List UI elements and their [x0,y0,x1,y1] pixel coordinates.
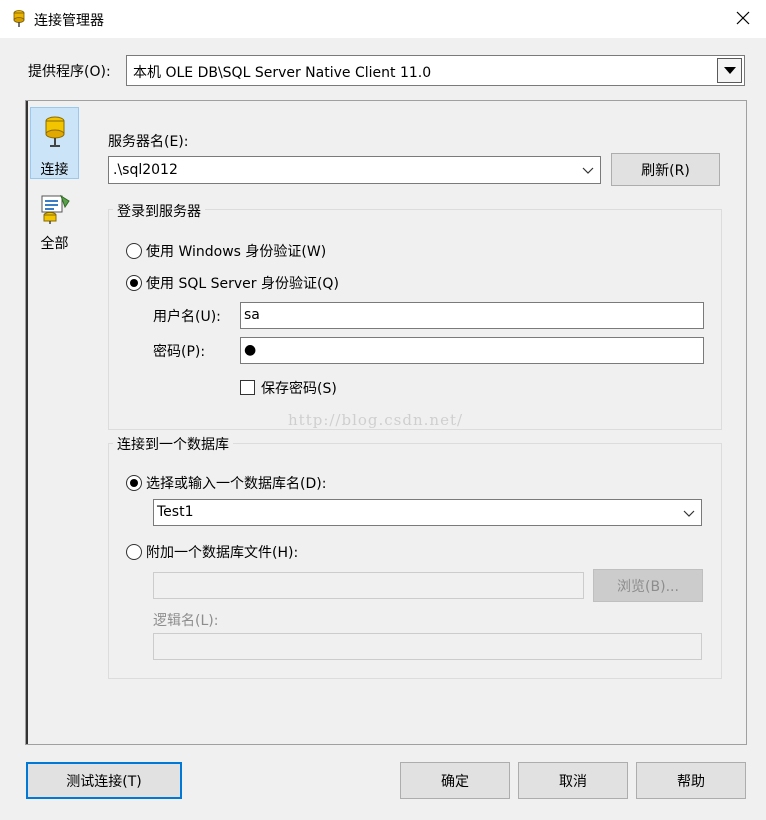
database-group-title: 连接到一个数据库 [113,434,233,454]
title-bar [0,0,766,38]
nav-item-connection[interactable]: 连接 [30,107,79,179]
provider-label: 提供程序(O): [28,64,111,80]
browse-button[interactable]: 浏览(B)... [593,569,703,602]
logical-name-label: 逻辑名(L): [153,613,219,629]
ok-button[interactable]: 确定 [400,762,510,799]
server-name-combobox[interactable]: .\sql2012 [108,156,601,184]
chevron-down-icon [683,510,695,517]
connection-manager-icon [13,10,25,28]
nav-item-all[interactable]: 全部 [30,188,79,258]
window-title: 连接管理器 [34,13,104,29]
login-group-title: 登录到服务器 [113,201,205,221]
chevron-down-icon [582,167,594,174]
close-icon [736,11,750,25]
provider-select[interactable]: 本机 OLE DB\SQL Server Native Client 11.0 [126,55,745,86]
provider-dropdown-button[interactable] [717,58,742,83]
attach-database-radio[interactable] [126,544,142,560]
username-label: 用户名(U): [153,309,221,325]
database-name-value: Test1 [157,504,194,520]
server-name-label: 服务器名(E): [108,134,189,150]
nav-item-all-label: 全部 [40,236,69,252]
nav-item-connection-label: 连接 [40,162,69,178]
password-input[interactable]: ● [240,337,704,364]
provider-value: 本机 OLE DB\SQL Server Native Client 11.0 [133,65,432,81]
username-input[interactable]: sa [240,302,704,329]
server-name-value: .\sql2012 [113,162,178,178]
database-icon [44,116,66,152]
logical-name-input[interactable] [153,633,702,660]
attach-file-input[interactable] [153,572,584,599]
cancel-button[interactable]: 取消 [518,762,628,799]
password-label: 密码(P): [153,344,206,360]
windows-auth-radio[interactable] [126,243,142,259]
attach-database-label[interactable]: 附加一个数据库文件(H): [146,542,298,562]
properties-icon [39,193,73,229]
select-database-radio[interactable] [126,475,142,491]
database-name-combobox[interactable]: Test1 [153,499,702,526]
sql-auth-radio[interactable] [126,275,142,291]
sidebar-divider [26,101,28,744]
password-value: ● [244,342,257,358]
sql-auth-label[interactable]: 使用 SQL Server 身份验证(Q) [146,273,339,293]
chevron-down-icon [723,66,736,74]
watermark-text: http://blog.csdn.net/ [288,411,464,429]
test-connection-button[interactable]: 测试连接(T) [26,762,182,799]
select-database-label[interactable]: 选择或输入一个数据库名(D): [146,473,326,493]
close-button[interactable] [728,4,758,32]
save-password-label[interactable]: 保存密码(S) [261,378,337,398]
refresh-button[interactable]: 刷新(R) [611,153,720,186]
help-button[interactable]: 帮助 [636,762,746,799]
save-password-checkbox[interactable] [240,380,255,395]
windows-auth-label[interactable]: 使用 Windows 身份验证(W) [146,241,326,261]
username-value: sa [244,307,260,323]
